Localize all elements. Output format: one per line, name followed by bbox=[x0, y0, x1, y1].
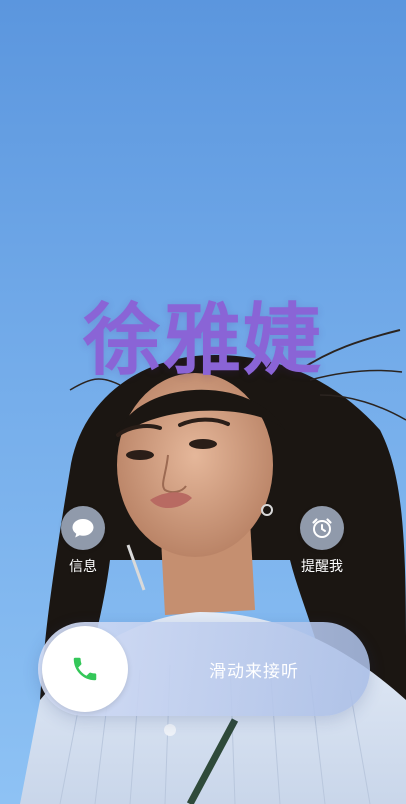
message-action-label: 信息 bbox=[69, 559, 97, 575]
remind-me-action-label: 提醒我 bbox=[301, 559, 343, 575]
remind-me-action[interactable]: 提醒我 bbox=[287, 506, 357, 576]
caller-name: 徐雅婕 bbox=[82, 296, 323, 386]
phone-icon bbox=[73, 657, 97, 681]
incoming-call-screen: 徐雅婕 信息 提醒我 滑动来接听 bbox=[0, 0, 406, 804]
message-action-button[interactable] bbox=[61, 506, 105, 550]
remind-me-action-button[interactable] bbox=[300, 506, 344, 550]
slide-to-answer-label: 滑动来接听 bbox=[209, 661, 299, 682]
message-action[interactable]: 信息 bbox=[48, 506, 118, 576]
answer-knob[interactable] bbox=[42, 626, 128, 712]
slide-to-answer[interactable]: 滑动来接听 bbox=[38, 622, 370, 716]
alarm-clock-icon bbox=[312, 518, 332, 538]
message-bubble-icon bbox=[72, 519, 94, 538]
